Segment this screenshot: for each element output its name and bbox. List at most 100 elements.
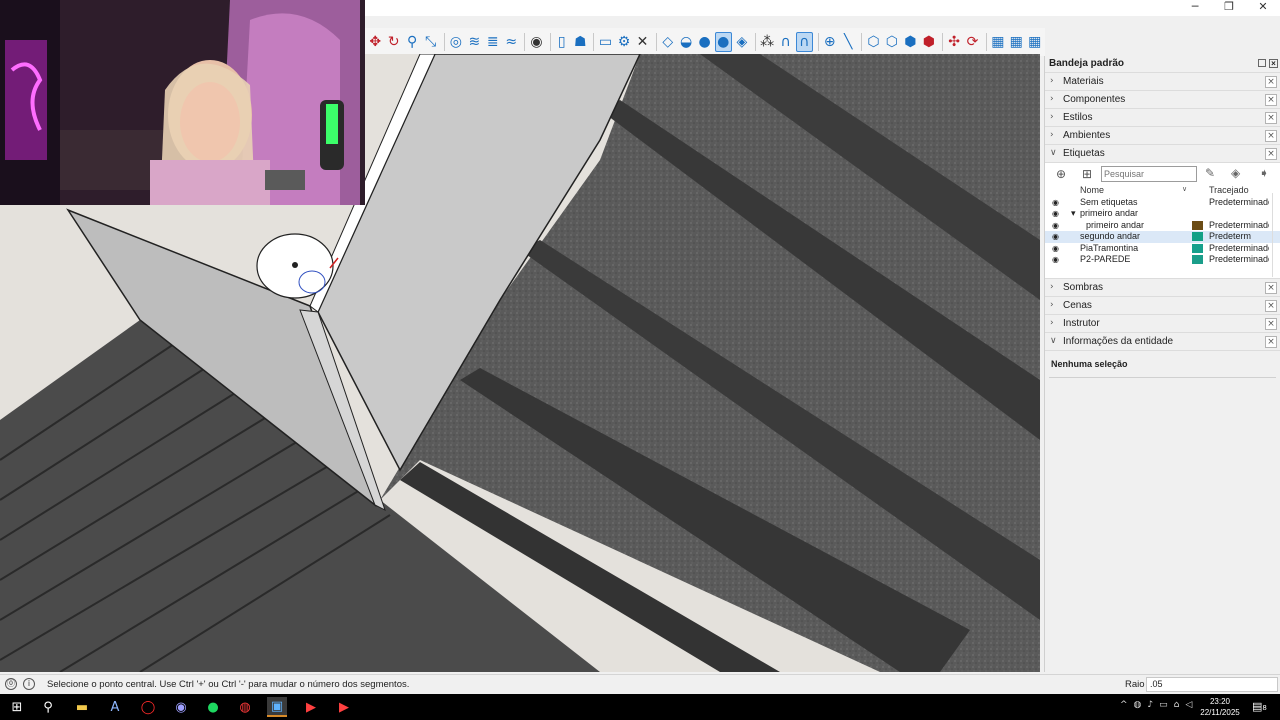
- section-ambientes[interactable]: › Ambientes ×: [1045, 126, 1280, 144]
- details-arrow-icon[interactable]: ➧: [1259, 166, 1269, 180]
- drop-full-icon[interactable]: ●: [696, 32, 712, 52]
- spotify-icon[interactable]: ●: [203, 697, 223, 717]
- volume-icon[interactable]: ◁: [1185, 700, 1192, 710]
- section-etiquetas[interactable]: ∨ Etiquetas ×: [1045, 144, 1280, 162]
- eye-icon[interactable]: ◉: [1052, 243, 1059, 254]
- explode-icon[interactable]: ✣: [946, 32, 962, 52]
- drop-icon[interactable]: ◇: [659, 32, 675, 52]
- pin-icon[interactable]: [1258, 59, 1266, 67]
- person-icon[interactable]: ☗: [572, 32, 588, 52]
- drop-half-icon[interactable]: ◒: [678, 32, 694, 52]
- tray-close-icon[interactable]: ×: [1269, 59, 1278, 68]
- add-tag-icon[interactable]: ⊕: [1053, 166, 1069, 182]
- line-tool-icon[interactable]: ╲: [840, 32, 856, 52]
- tag-row[interactable]: ◉ P2-PAREDE Predeterminado: [1045, 254, 1280, 265]
- file-explorer-icon[interactable]: ▬: [72, 697, 92, 717]
- layers-icon[interactable]: ≣: [485, 32, 501, 52]
- tag-row[interactable]: ◉ ▾ primeiro andar: [1045, 208, 1280, 219]
- eye-icon[interactable]: ◉: [1052, 231, 1059, 242]
- tags-scrollbar[interactable]: [1272, 193, 1278, 277]
- magnet-icon[interactable]: ∩: [777, 32, 793, 52]
- section-icon[interactable]: ◎: [448, 32, 464, 52]
- obs-icon[interactable]: ◍: [235, 697, 255, 717]
- section-close-icon[interactable]: ×: [1265, 112, 1277, 124]
- close-window-button[interactable]: ✕: [1246, 0, 1280, 16]
- section-sombras[interactable]: › Sombras ×: [1045, 278, 1280, 296]
- magnet-active-icon[interactable]: ∩: [795, 32, 813, 52]
- folder-expand-icon[interactable]: ▾: [1071, 208, 1076, 219]
- tag-row[interactable]: ◉ Sem etiquetas Predeterminado: [1045, 197, 1280, 208]
- tray-shield-icon[interactable]: ◍: [1134, 700, 1142, 710]
- network-icon[interactable]: ⌂: [1174, 700, 1180, 710]
- sandbox-icon[interactable]: ≈: [503, 32, 519, 52]
- column-dash[interactable]: Tracejado: [1209, 185, 1249, 195]
- info-icon[interactable]: i: [23, 678, 35, 690]
- opera-icon[interactable]: ◯: [138, 697, 158, 717]
- eye-icon[interactable]: ◉: [1052, 254, 1059, 265]
- tag-color-swatch[interactable]: [1192, 243, 1203, 253]
- close-icon[interactable]: ✕: [634, 32, 650, 52]
- tag-icon[interactable]: ≋: [466, 32, 482, 52]
- section-close-icon[interactable]: ×: [1265, 130, 1277, 142]
- page-icon[interactable]: ▯: [554, 32, 570, 52]
- tag-dash[interactable]: Predeterminado: [1209, 254, 1269, 265]
- refresh-icon[interactable]: ⟳: [964, 32, 980, 52]
- app-red2-icon[interactable]: ▶: [334, 697, 354, 717]
- section-close-icon[interactable]: ×: [1265, 300, 1277, 312]
- eye-icon[interactable]: ◉: [1052, 197, 1059, 208]
- section-close-icon[interactable]: ×: [1265, 336, 1277, 348]
- section-close-icon[interactable]: ×: [1265, 94, 1277, 106]
- search-icon[interactable]: ⚲: [38, 697, 58, 717]
- cube-outline-icon[interactable]: ⬡: [884, 32, 900, 52]
- section-close-icon[interactable]: ×: [1265, 318, 1277, 330]
- section-materiais[interactable]: › Materiais ×: [1045, 72, 1280, 90]
- autocad-icon[interactable]: A: [105, 697, 125, 717]
- pencil-icon[interactable]: ✎: [1205, 166, 1215, 180]
- tag-dash[interactable]: Predeterm: [1209, 231, 1269, 242]
- styles-icon[interactable]: ◉: [528, 32, 544, 52]
- box-select-icon[interactable]: ▭: [597, 32, 613, 52]
- section-close-icon[interactable]: ×: [1265, 76, 1277, 88]
- zoom-icon[interactable]: ⚲: [404, 32, 420, 52]
- section-instrutor[interactable]: › Instrutor ×: [1045, 314, 1280, 332]
- column-name[interactable]: Nome: [1080, 185, 1104, 195]
- app-red-icon[interactable]: ▶: [301, 697, 321, 717]
- tag-color-swatch[interactable]: [1192, 220, 1203, 230]
- sort-chevron-icon[interactable]: ∨: [1182, 185, 1187, 193]
- discord-icon[interactable]: ◉: [171, 697, 191, 717]
- microphone-icon[interactable]: ♪: [1147, 700, 1153, 710]
- grid3-icon[interactable]: ▦: [1027, 32, 1043, 52]
- tag-color-swatch[interactable]: [1192, 254, 1203, 264]
- drop-active-icon[interactable]: ●: [714, 32, 732, 52]
- cube-icon[interactable]: ⬡: [865, 32, 881, 52]
- tag-dash[interactable]: Predeterminado: [1209, 197, 1269, 208]
- zoom-extents-icon[interactable]: ⤡: [422, 32, 438, 52]
- drop-striped-icon[interactable]: ◈: [734, 32, 750, 52]
- clock[interactable]: 23:20 22/11/2025: [1198, 696, 1242, 718]
- tag-row[interactable]: ◉ segundo andar Predeterm: [1045, 231, 1280, 243]
- cube-solid-icon[interactable]: ⬢: [902, 32, 918, 52]
- minimize-button[interactable]: ─: [1178, 0, 1212, 16]
- tag-dash[interactable]: Predeterminado: [1209, 243, 1269, 254]
- add-icon[interactable]: ⊕: [821, 32, 837, 52]
- geo-location-icon[interactable]: ⓪: [5, 678, 17, 690]
- windows-start-icon[interactable]: ⊞: [7, 697, 27, 717]
- measurement-input[interactable]: .05: [1146, 677, 1278, 692]
- section-close-icon[interactable]: ×: [1265, 148, 1277, 160]
- magic-icon[interactable]: ⁂: [759, 32, 775, 52]
- display-icon[interactable]: ▭: [1159, 700, 1168, 710]
- section-cenas[interactable]: › Cenas ×: [1045, 296, 1280, 314]
- notification-icon[interactable]: ▤8: [1252, 700, 1267, 713]
- grid-icon[interactable]: ▦: [990, 32, 1006, 52]
- section-entity-info[interactable]: ∨ Informações da entidade ×: [1045, 332, 1280, 350]
- sketchup-icon[interactable]: ▣: [267, 697, 287, 717]
- tag-row[interactable]: ◉ primeiro andar Predeterminado: [1045, 220, 1280, 231]
- tag-dash[interactable]: Predeterminado: [1209, 220, 1269, 231]
- tag-row[interactable]: ◉ PiaTramontina Predeterminado: [1045, 243, 1280, 254]
- gear-icon[interactable]: ⚙: [616, 32, 632, 52]
- add-folder-icon[interactable]: ⊞: [1079, 166, 1095, 182]
- section-componentes[interactable]: › Componentes ×: [1045, 90, 1280, 108]
- section-estilos[interactable]: › Estilos ×: [1045, 108, 1280, 126]
- tag-search-input[interactable]: [1101, 166, 1197, 182]
- grid2-icon[interactable]: ▦: [1008, 32, 1024, 52]
